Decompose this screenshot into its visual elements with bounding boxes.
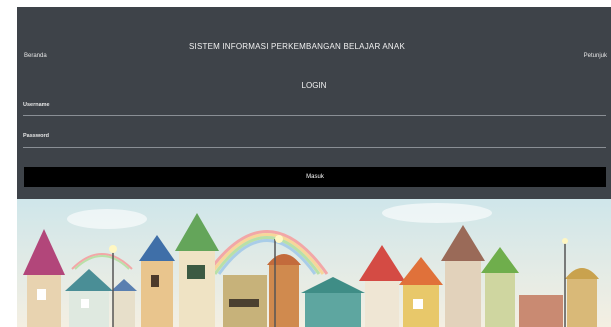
password-input[interactable] bbox=[23, 138, 606, 148]
masuk-button[interactable]: Masuk bbox=[24, 167, 606, 187]
login-heading: LOGIN bbox=[301, 81, 327, 90]
nav-beranda-link[interactable]: Beranda bbox=[24, 53, 47, 59]
username-input[interactable] bbox=[23, 106, 606, 116]
login-panel: Beranda SISTEM INFORMASI PERKEMBANGAN BE… bbox=[17, 7, 611, 199]
system-title: SISTEM INFORMASI PERKEMBANGAN BELAJAR AN… bbox=[188, 42, 405, 51]
nav-petunjuk-link[interactable]: Petunjuk bbox=[584, 53, 607, 59]
cartoon-town-illustration bbox=[17, 199, 611, 327]
